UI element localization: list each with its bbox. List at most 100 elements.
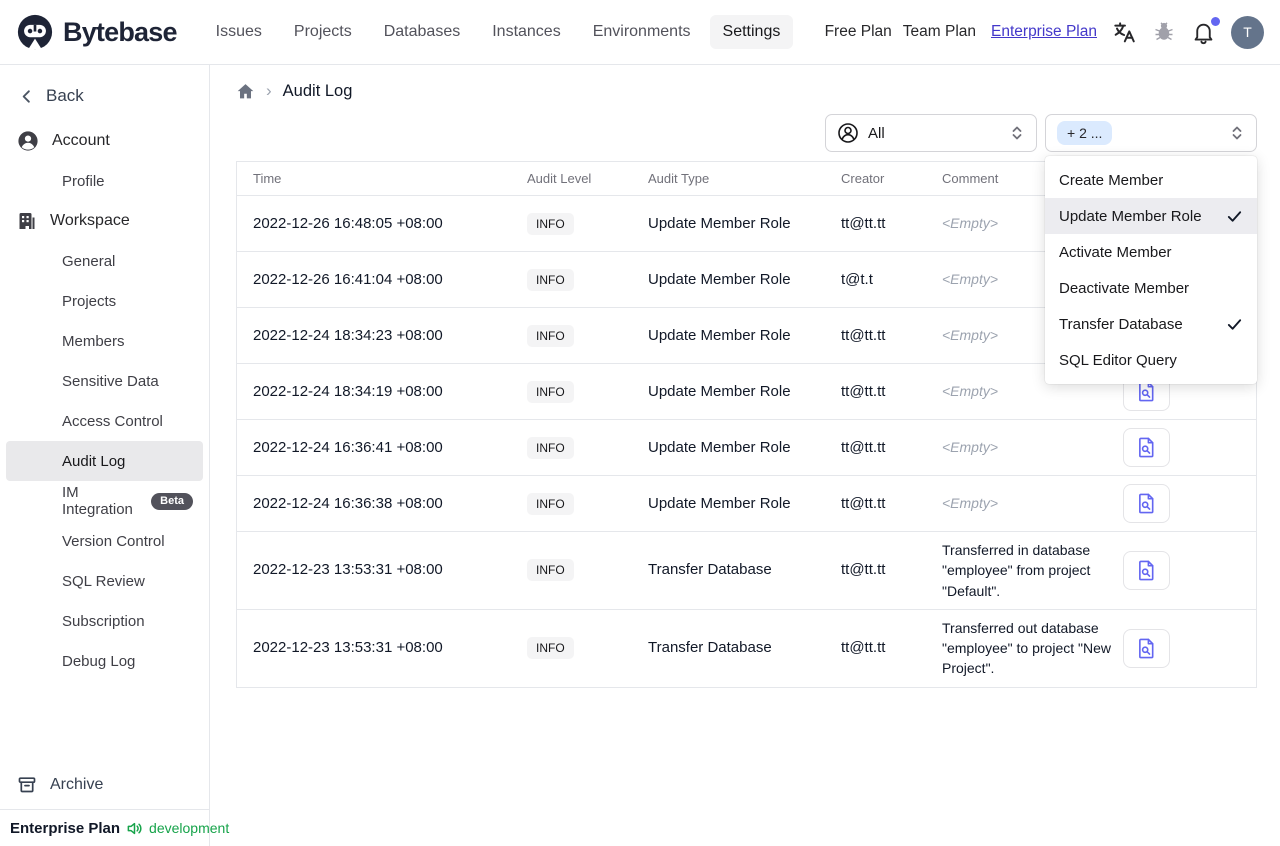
row-audit-type: Update Member Role <box>648 270 791 288</box>
sidebar-footer: Enterprise Plan development <box>0 809 229 846</box>
row-time: 2022-12-26 16:41:04 +08:00 <box>253 270 443 288</box>
nav-item-projects[interactable]: Projects <box>281 15 365 49</box>
row-comment: <Empty> <box>942 495 999 512</box>
sidebar-item-general[interactable]: General <box>6 241 203 281</box>
audit-type-filter-select[interactable]: + 2 ... <box>1045 114 1257 152</box>
notification-bell-icon[interactable] <box>1191 16 1220 45</box>
sidebar-item-sql-review[interactable]: SQL Review <box>6 561 203 601</box>
row-time: 2022-12-23 13:53:31 +08:00 <box>253 561 443 579</box>
menu-item-sql-editor-query[interactable]: SQL Editor Query <box>1045 342 1257 378</box>
row-comment: <Empty> <box>942 383 999 400</box>
audit-level-badge: INFO <box>527 436 574 459</box>
row-audit-type: Transfer Database <box>648 561 772 579</box>
row-time: 2022-12-24 18:34:23 +08:00 <box>253 326 443 344</box>
audit-log-row: 2022-12-23 13:53:31 +08:00 INFO Transfer… <box>237 532 1256 610</box>
nav-item-issues[interactable]: Issues <box>203 15 275 49</box>
main-nav: Issues Projects Databases Instances Environm… <box>203 15 794 49</box>
view-detail-button[interactable] <box>1123 550 1170 590</box>
audit-level-badge: INFO <box>527 559 574 582</box>
row-time: 2022-12-23 13:53:31 +08:00 <box>253 639 443 657</box>
sidebar-item-sensitive-data[interactable]: Sensitive Data <box>6 361 203 401</box>
row-creator: tt@tt.tt <box>841 639 886 657</box>
audit-level-badge: INFO <box>527 268 574 291</box>
row-time: 2022-12-24 18:34:19 +08:00 <box>253 382 443 400</box>
creator-filter-value: All <box>868 124 885 142</box>
top-navbar: Bytebase Issues Projects Databases Instance… <box>0 0 1280 65</box>
row-audit-type: Update Member Role <box>648 382 791 400</box>
team-plan-label: Team Plan <box>902 23 977 40</box>
menu-item-update-member-role[interactable]: Update Member Role <box>1045 198 1257 234</box>
sidebar-item-members[interactable]: Members <box>6 321 203 361</box>
account-section-header: Account <box>0 121 209 161</box>
menu-item-create-member[interactable]: Create Member <box>1045 162 1257 198</box>
user-circle-icon <box>17 130 39 152</box>
chevron-left-icon <box>18 88 35 105</box>
account-items: Profile <box>0 161 209 201</box>
person-circle-icon <box>837 122 859 144</box>
breadcrumb-current: Audit Log <box>282 81 353 100</box>
row-creator: tt@tt.tt <box>841 438 886 456</box>
building-icon <box>17 211 37 231</box>
sidebar-item-im-integration[interactable]: IM Integration Beta <box>6 481 203 521</box>
archive-label: Archive <box>50 776 104 793</box>
creator-filter-select[interactable]: All <box>825 114 1037 152</box>
nav-item-instances[interactable]: Instances <box>479 15 573 49</box>
sidebar-item-version-control[interactable]: Version Control <box>6 521 203 561</box>
back-button[interactable]: Back <box>0 77 209 115</box>
row-creator: tt@tt.tt <box>841 494 886 512</box>
row-audit-type: Update Member Role <box>648 438 791 456</box>
nav-item-databases[interactable]: Databases <box>371 15 474 49</box>
home-icon[interactable] <box>236 82 255 101</box>
sidebar-item-access-control[interactable]: Access Control <box>6 401 203 441</box>
beta-badge: Beta <box>151 492 193 510</box>
sidebar-item-archive[interactable]: Archive <box>0 763 209 807</box>
view-detail-button[interactable] <box>1123 484 1170 523</box>
check-icon <box>1226 316 1243 333</box>
row-comment: Transferred out database "employee" to p… <box>942 619 1111 677</box>
workspace-items: General Projects Members Sensitive Data … <box>0 241 209 681</box>
column-header-audit-type: Audit Type <box>648 171 710 186</box>
filter-row: All + 2 ... <box>236 114 1257 152</box>
audit-log-row: 2022-12-24 16:36:41 +08:00 INFO Update M… <box>237 420 1256 476</box>
audit-level-badge: INFO <box>527 380 574 403</box>
file-search-icon <box>1137 437 1156 458</box>
sidebar-item-audit-log[interactable]: Audit Log <box>6 441 203 481</box>
audit-type-dropdown-menu: Create Member Update Member Role Activat… <box>1045 156 1257 384</box>
breadcrumb-separator: › <box>266 81 272 100</box>
row-audit-type: Update Member Role <box>648 326 791 344</box>
sidebar-item-subscription[interactable]: Subscription <box>6 601 203 641</box>
sidebar-item-profile[interactable]: Profile <box>6 161 203 201</box>
current-plan-label: Enterprise Plan <box>10 819 121 837</box>
sidebar-item-debug-log[interactable]: Debug Log <box>6 641 203 681</box>
chevron-up-down-icon <box>1229 125 1245 141</box>
column-header-creator: Creator <box>841 171 885 186</box>
menu-item-deactivate-member[interactable]: Deactivate Member <box>1045 270 1257 306</box>
chevron-up-down-icon <box>1009 125 1025 141</box>
menu-item-activate-member[interactable]: Activate Member <box>1045 234 1257 270</box>
enterprise-plan-link[interactable]: Enterprise Plan <box>991 23 1097 41</box>
user-avatar[interactable]: T <box>1231 15 1264 49</box>
translate-icon[interactable] <box>1112 20 1137 45</box>
row-time: 2022-12-24 16:36:38 +08:00 <box>253 494 443 512</box>
bytebase-logo[interactable]: Bytebase <box>16 13 177 51</box>
back-label: Back <box>46 86 84 105</box>
notification-dot <box>1211 16 1220 26</box>
view-detail-button[interactable] <box>1123 428 1170 467</box>
breadcrumb: › Audit Log <box>236 76 1257 106</box>
column-header-audit-level: Audit Level <box>527 171 592 186</box>
nav-item-settings[interactable]: Settings <box>709 15 794 49</box>
sidebar-item-projects[interactable]: Projects <box>6 281 203 321</box>
file-search-icon <box>1137 493 1156 514</box>
nav-item-environments[interactable]: Environments <box>580 15 704 49</box>
row-creator: tt@tt.tt <box>841 326 886 344</box>
row-audit-type: Update Member Role <box>648 494 791 512</box>
row-creator: tt@tt.tt <box>841 214 886 232</box>
row-creator: tt@tt.tt <box>841 382 886 400</box>
menu-item-transfer-database[interactable]: Transfer Database <box>1045 306 1257 342</box>
view-detail-button[interactable] <box>1123 628 1170 668</box>
row-comment: <Empty> <box>942 215 999 232</box>
audit-level-badge: INFO <box>527 637 574 660</box>
audit-level-badge: INFO <box>527 492 574 515</box>
bug-report-icon[interactable] <box>1152 20 1176 44</box>
